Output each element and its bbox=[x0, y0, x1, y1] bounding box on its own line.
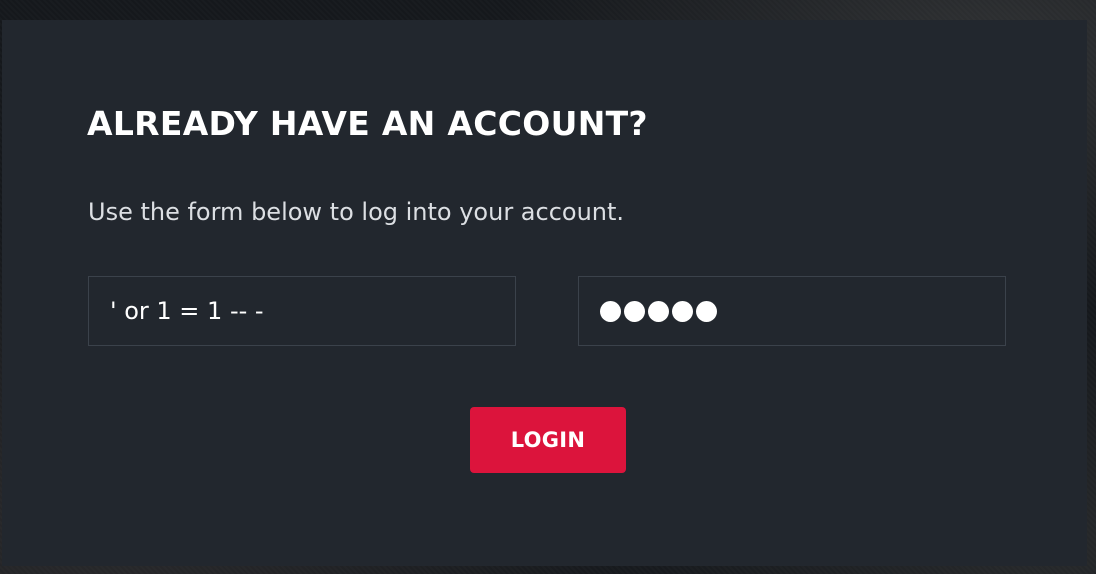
login-button[interactable]: LOGIN bbox=[470, 407, 626, 473]
login-title: ALREADY HAVE AN ACCOUNT? bbox=[87, 104, 648, 143]
password-mask-dot bbox=[696, 300, 717, 322]
password-mask-dot bbox=[624, 300, 645, 322]
password-mask-dot bbox=[600, 300, 621, 322]
username-field[interactable]: ' or 1 = 1 -- - bbox=[88, 276, 516, 346]
password-mask-dot bbox=[648, 300, 669, 322]
password-mask-dot bbox=[672, 300, 693, 322]
password-mask bbox=[600, 300, 717, 322]
login-instructions: Use the form below to log into your acco… bbox=[88, 198, 625, 226]
username-value: ' or 1 = 1 -- - bbox=[110, 297, 264, 325]
password-field[interactable] bbox=[578, 276, 1006, 346]
